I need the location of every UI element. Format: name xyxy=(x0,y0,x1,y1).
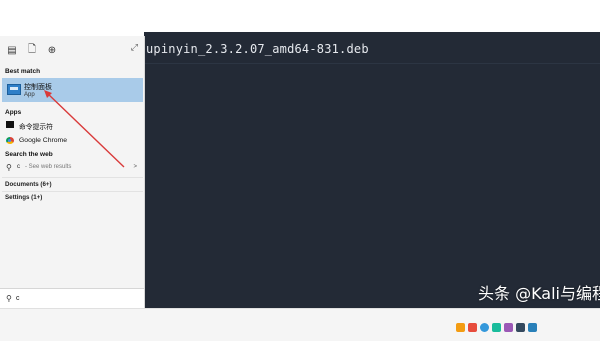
document-list-icon[interactable]: ▤ xyxy=(6,44,18,56)
search-web-suffix: - See web results xyxy=(25,164,72,170)
search-web-heading: Search the web xyxy=(5,151,53,158)
terminal-command-line: upinyin_2.3.2.07_amd64-831.deb xyxy=(146,42,369,56)
tray-app-icon[interactable] xyxy=(504,323,513,332)
settings-group[interactable]: Settings (1+) xyxy=(5,194,42,201)
network-icon[interactable] xyxy=(480,323,489,332)
app-item-google-chrome[interactable]: Google Chrome xyxy=(3,134,143,148)
cmd-icon xyxy=(6,121,14,128)
app-label: Google Chrome xyxy=(19,137,67,144)
tray-app-icon[interactable] xyxy=(468,323,477,332)
ime-icon[interactable] xyxy=(456,323,465,332)
app-label: 命令提示符 xyxy=(19,124,53,131)
globe-icon[interactable]: ⊕ xyxy=(46,44,58,56)
app-item-command-prompt[interactable]: 命令提示符 xyxy=(3,118,143,132)
control-panel-icon xyxy=(7,84,21,95)
best-match-title: 控制面板 xyxy=(24,84,52,91)
best-match-item[interactable]: 控制面板 App xyxy=(2,78,143,102)
best-match-heading: Best match xyxy=(5,68,41,75)
search-web-query: c xyxy=(17,164,20,170)
search-input[interactable]: c xyxy=(16,295,20,302)
file-icon[interactable]: 🗋 xyxy=(26,44,38,56)
expand-icon[interactable]: ⤢ xyxy=(131,42,138,53)
chrome-icon xyxy=(6,137,14,144)
best-match-subtitle: App xyxy=(24,92,35,98)
terminal-divider xyxy=(144,63,600,64)
search-icon: ⚲ xyxy=(6,163,12,172)
chevron-right-icon: > xyxy=(133,164,137,170)
search-icon: ⚲ xyxy=(6,294,12,303)
search-web-item[interactable]: ⚲ c - See web results > xyxy=(3,160,143,176)
divider xyxy=(2,177,143,178)
terminal-window: upinyin_2.3.2.07_amd64-831.deb xyxy=(144,32,600,308)
start-menu-panel: ▤ 🗋 ⊕ ⤢ Best match 控制面板 App Apps 命令提示符 G… xyxy=(0,36,145,308)
taskbar-search-box[interactable]: ⚲ c xyxy=(0,288,144,309)
watermark-text: 头条 @Kali与编程 xyxy=(478,284,600,303)
tray-app-icon[interactable] xyxy=(516,323,525,332)
apps-heading: Apps xyxy=(5,109,22,116)
documents-group[interactable]: Documents (6+) xyxy=(5,181,52,188)
taskbar xyxy=(0,308,600,341)
tray-app-icon[interactable] xyxy=(492,323,501,332)
divider xyxy=(2,191,143,192)
start-menu-toolbar: ▤ 🗋 ⊕ ⤢ xyxy=(0,36,144,66)
tray-app-icon[interactable] xyxy=(528,323,537,332)
